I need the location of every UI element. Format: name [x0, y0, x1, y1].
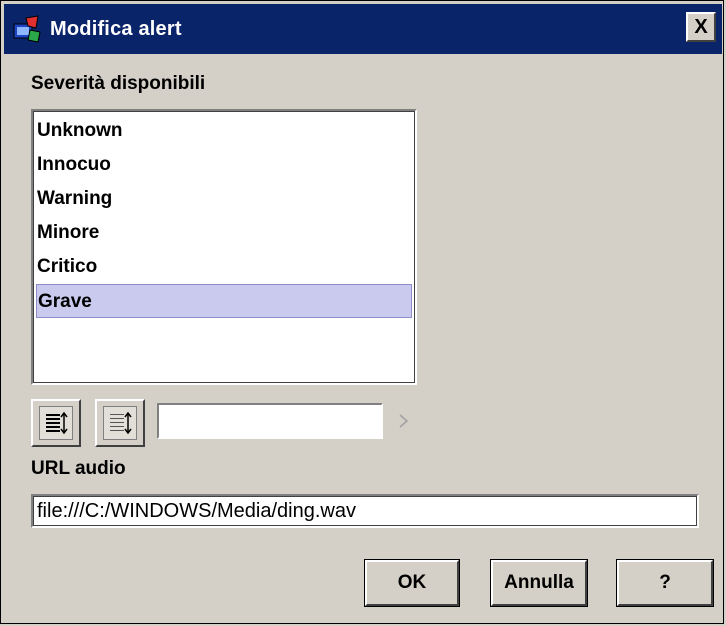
list-item-minore[interactable]: Minore [36, 216, 412, 250]
severity-list[interactable]: Unknown Innocuo Warning Minore Critico G… [31, 109, 417, 385]
list-item-grave[interactable]: Grave [36, 284, 412, 318]
close-icon: X [694, 16, 708, 38]
move-up-button[interactable] [31, 399, 81, 447]
list-item-innocuo[interactable]: Innocuo [36, 148, 412, 182]
app-icon [13, 15, 41, 43]
audio-url-field[interactable]: file:///C:/WINDOWS/Media/ding.wav [31, 494, 699, 528]
dialog-window: Modifica alert X Severità disponibili Un… [0, 0, 724, 624]
audio-url-label: URL audio [31, 458, 126, 479]
value-input[interactable] [157, 403, 383, 439]
list-item-unknown[interactable]: Unknown [36, 114, 412, 148]
move-down-button[interactable] [95, 399, 145, 447]
chevron-right-icon [399, 414, 409, 428]
list-sort-icon [46, 411, 68, 435]
close-button[interactable]: X [686, 12, 716, 42]
ok-button[interactable]: OK [364, 559, 460, 607]
cancel-button[interactable]: Annulla [490, 559, 588, 607]
severity-label: Severità disponibili [31, 73, 206, 94]
list-item-critico[interactable]: Critico [36, 250, 412, 284]
window-title: Modifica alert [50, 17, 182, 40]
list-sort-icon [110, 411, 132, 435]
list-item-warning[interactable]: Warning [36, 182, 412, 216]
help-button[interactable]: ? [616, 559, 714, 607]
title-bar[interactable]: Modifica alert X [4, 4, 722, 54]
